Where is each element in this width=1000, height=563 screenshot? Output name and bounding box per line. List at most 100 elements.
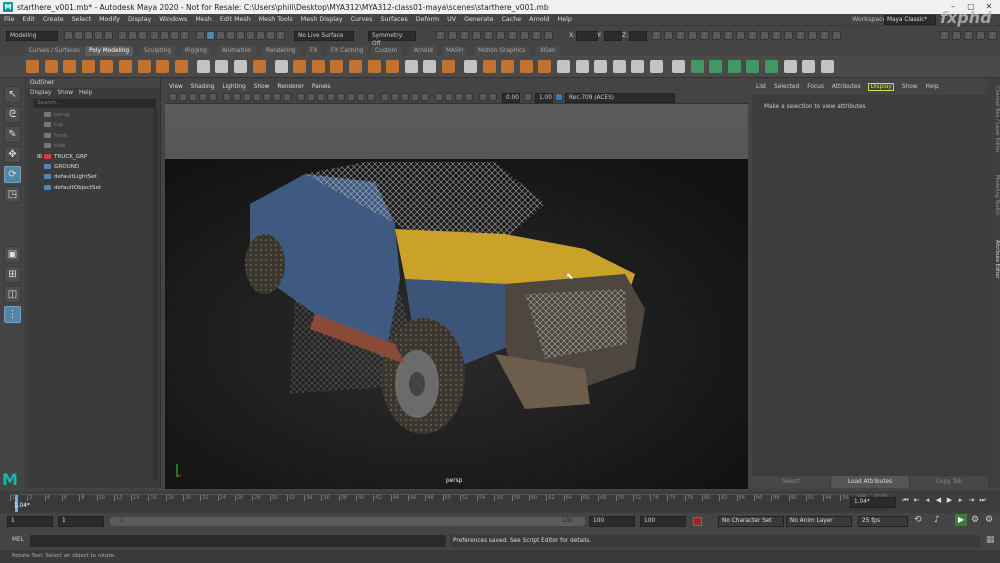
viewport-tool-icon[interactable] xyxy=(367,93,375,101)
status-line-tool-icon[interactable] xyxy=(196,31,205,40)
load-attributes-button[interactable]: Load Attributes xyxy=(831,476,909,488)
y-field[interactable] xyxy=(604,31,622,41)
shelf-tab-custom[interactable]: Custom xyxy=(371,46,402,56)
outliner-item-front[interactable]: front xyxy=(27,131,160,141)
status-line-tool-icon[interactable] xyxy=(150,31,159,40)
outliner-item-top[interactable]: top xyxy=(27,120,160,130)
playback-end-field[interactable]: 100 xyxy=(589,516,635,527)
channel-box-tab[interactable]: Channel Box / Layer Editor xyxy=(988,84,1000,154)
shelf-tool-icon[interactable] xyxy=(386,60,400,73)
outliner-menu-show[interactable]: Show xyxy=(57,90,73,96)
snap-tool-icon[interactable] xyxy=(784,31,793,40)
menu-edit-mesh[interactable]: Edit Mesh xyxy=(220,16,251,23)
status-line-tool-icon[interactable] xyxy=(266,31,275,40)
menu-surfaces[interactable]: Surfaces xyxy=(380,16,407,23)
render-tool-icon[interactable] xyxy=(508,31,517,40)
status-line-tool-icon[interactable] xyxy=(118,31,127,40)
render-tool-icon[interactable] xyxy=(472,31,481,40)
perspective-viewport[interactable]: persp ⬉ xyxy=(165,104,748,489)
shelf-tool-icon[interactable] xyxy=(612,60,626,73)
viewport-tool-icon[interactable] xyxy=(307,93,315,101)
script-language-label[interactable]: MEL xyxy=(12,537,24,543)
shelf-tool-icon[interactable] xyxy=(423,60,437,73)
four-view-layout-icon[interactable]: ⊞ xyxy=(4,266,21,283)
step-back-key-icon[interactable]: ⇤ xyxy=(911,496,922,505)
anim-layer-dropdown[interactable]: No Anim Layer xyxy=(786,516,852,527)
shelf-tool-icon[interactable] xyxy=(709,60,723,73)
go-to-start-icon[interactable]: ⏮ xyxy=(900,496,911,505)
playback-start-field[interactable]: 1 xyxy=(58,516,104,527)
viewport-tool-icon[interactable] xyxy=(411,93,419,101)
snap-tool-icon[interactable] xyxy=(688,31,697,40)
shelf-tool-icon[interactable] xyxy=(26,60,39,73)
shelf-tab-mash[interactable]: MASH xyxy=(442,46,468,56)
menu-create[interactable]: Create xyxy=(43,16,64,23)
outliner-search-input[interactable]: Search... xyxy=(33,99,156,108)
status-line-tool-icon[interactable] xyxy=(64,31,73,40)
shelf-tool-icon[interactable] xyxy=(293,60,307,73)
outliner-menu-display[interactable]: Display xyxy=(30,90,51,96)
menu-windows[interactable]: Windows xyxy=(159,16,187,23)
shelf-tool-icon[interactable] xyxy=(820,60,834,73)
sound-icon[interactable]: ♪ xyxy=(934,515,940,525)
ae-tab-selected[interactable]: Selected xyxy=(774,84,799,90)
z-field[interactable] xyxy=(629,31,647,41)
expand-icon[interactable]: ⊞ xyxy=(37,153,44,160)
shelf-tool-icon[interactable] xyxy=(783,60,797,73)
menu-display[interactable]: Display xyxy=(128,16,151,23)
viewport-tool-icon[interactable] xyxy=(465,93,473,101)
viewport-tool-icon[interactable] xyxy=(421,93,429,101)
menu-edit[interactable]: Edit xyxy=(23,16,35,23)
shelf-tool-icon[interactable] xyxy=(274,60,288,73)
shelf-tool-icon[interactable] xyxy=(44,60,58,73)
render-tool-icon[interactable] xyxy=(436,31,445,40)
viewport-tool-icon[interactable] xyxy=(179,93,187,101)
time-slider-track[interactable]: 1 2 4 6 8 10 12 14 16 18 20 22 24 26 28 30 32 34 36 38 40 42 4… xyxy=(10,494,890,512)
outliner-item-defaultlightset[interactable]: defaultLightSet xyxy=(27,172,160,182)
menu-arnold[interactable]: Arnold xyxy=(529,16,549,23)
shelf-tool-icon[interactable] xyxy=(81,60,95,73)
shelf-tab-animation[interactable]: Animation xyxy=(218,46,256,56)
viewport-tool-icon[interactable] xyxy=(327,93,335,101)
status-line-tool-icon[interactable] xyxy=(226,31,235,40)
shelf-tool-icon[interactable] xyxy=(311,60,325,73)
step-forward-key-icon[interactable]: ⇥ xyxy=(966,496,977,505)
shelf-tab-fx[interactable]: FX xyxy=(306,46,322,56)
outliner-persp-layout-icon[interactable]: ⋮ xyxy=(4,306,21,323)
shelf-tool-icon[interactable] xyxy=(501,60,515,73)
outliner-menu-help[interactable]: Help xyxy=(79,90,92,96)
render-tool-icon[interactable] xyxy=(460,31,469,40)
viewport-tool-icon[interactable] xyxy=(317,93,325,101)
viewport-tool-icon[interactable] xyxy=(223,93,231,101)
viewport-tool-icon[interactable] xyxy=(347,93,355,101)
render-tool-icon[interactable] xyxy=(520,31,529,40)
render-tool-icon[interactable] xyxy=(496,31,505,40)
step-forward-frame-icon[interactable]: ▸ xyxy=(955,496,966,505)
status-line-tool-icon[interactable] xyxy=(276,31,285,40)
shelf-tool-icon[interactable] xyxy=(196,60,210,73)
shelf-tab-rigging[interactable]: Rigging xyxy=(181,46,211,56)
status-line-tool-icon[interactable] xyxy=(170,31,179,40)
live-surface-field[interactable]: No Live Surface xyxy=(294,31,354,41)
snap-tool-icon[interactable] xyxy=(820,31,829,40)
snap-tool-icon[interactable] xyxy=(652,31,661,40)
status-line-tool-icon[interactable] xyxy=(94,31,103,40)
outliner-item-truck_grp[interactable]: ⊞ TRUCK_GRP xyxy=(27,152,160,162)
shelf-tool-icon[interactable] xyxy=(672,60,685,73)
step-back-frame-icon[interactable]: ◂ xyxy=(922,496,933,505)
menu-mesh-tools[interactable]: Mesh Tools xyxy=(259,16,293,23)
paint-select-icon[interactable]: ✎ xyxy=(4,126,21,143)
viewport-tool-icon[interactable] xyxy=(189,93,197,101)
menu-curves[interactable]: Curves xyxy=(351,16,373,23)
move-tool-icon[interactable]: ✥ xyxy=(4,146,21,163)
snap-tool-icon[interactable] xyxy=(700,31,709,40)
snap-tool-icon[interactable] xyxy=(736,31,745,40)
animation-start-field[interactable]: 1 xyxy=(7,516,53,527)
ae-tab-attributes[interactable]: Attributes xyxy=(832,84,861,90)
shelf-tool-icon[interactable] xyxy=(252,60,266,73)
select-tool-icon[interactable]: ↖ xyxy=(4,86,21,103)
snap-tool-icon[interactable] xyxy=(832,31,841,40)
menu-set-dropdown[interactable]: Modeling xyxy=(6,31,58,41)
render-tool-icon[interactable] xyxy=(544,31,553,40)
outliner-item-side[interactable]: side xyxy=(27,141,160,151)
